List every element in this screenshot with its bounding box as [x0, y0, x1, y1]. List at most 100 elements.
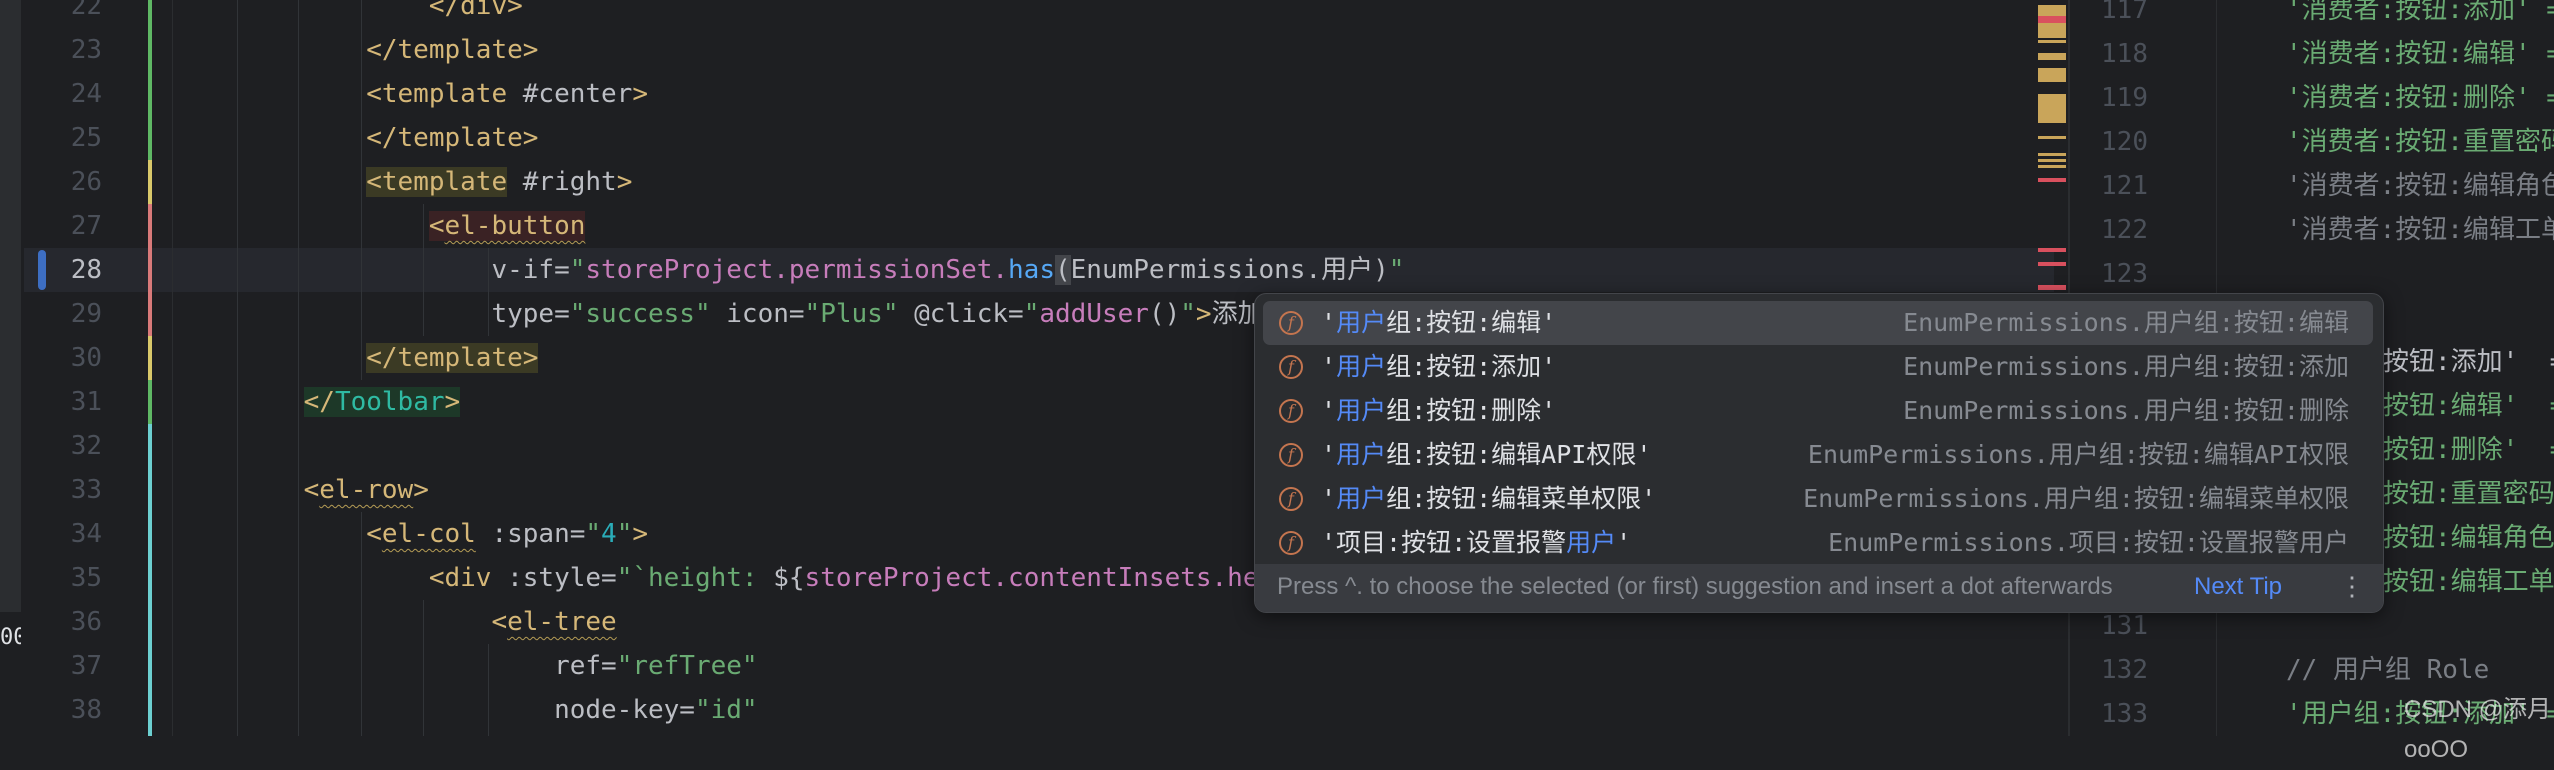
error-stripe-mark[interactable]: [2038, 153, 2066, 156]
line-number: 132: [2101, 655, 2148, 685]
error-stripe-mark[interactable]: [2038, 285, 2066, 290]
completion-label-part: ': [1321, 308, 1337, 337]
completion-label-part: 组:按钮:编辑': [1386, 308, 1557, 337]
code-token: <: [241, 475, 320, 505]
error-stripe-mark[interactable]: [2038, 178, 2066, 182]
vcs-change-other[interactable]: [148, 424, 152, 736]
completion-item-label: '项目:按钮:设置报警用户': [1321, 521, 1631, 565]
completion-item-label: '用户组:按钮:删除': [1321, 389, 1556, 433]
field-icon: f: [1279, 487, 1303, 511]
code-line[interactable]: <el-col :span="4">: [241, 512, 648, 556]
code-line[interactable]: <template #center>: [241, 72, 648, 116]
completion-item[interactable]: f '用户组:按钮:删除' EnumPermissions.用户组:按钮:删除: [1263, 389, 2373, 433]
code-line[interactable]: ref="refTree": [241, 644, 758, 688]
completion-item[interactable]: f '用户组:按钮:编辑' EnumPermissions.用户组:按钮:编辑: [1263, 301, 2373, 345]
error-stripe-mark[interactable]: [2038, 40, 2066, 43]
code-line[interactable]: '消费者:按钮:编辑角色: [2286, 164, 2554, 208]
code-line[interactable]: <div :style="`height: ${storeProject.con…: [241, 556, 1259, 600]
code-token: icon=: [710, 299, 805, 329]
error-stripe-mark[interactable]: [2038, 53, 2066, 60]
error-stripe-mark[interactable]: [2038, 136, 2066, 139]
watermark: CSDN @添月ooOO: [2404, 696, 2552, 763]
completion-item[interactable]: f '用户组:按钮:编辑菜单权限' EnumPermissions.用户组:按钮:编…: [1263, 477, 2373, 521]
code-token: el-col: [381, 519, 476, 549]
code-token: >: [444, 387, 461, 417]
code-token: node-key=: [241, 695, 695, 725]
line-number: 35: [70, 563, 102, 593]
next-tip-link[interactable]: Next Tip: [2194, 564, 2282, 610]
code-line[interactable]: <el-row>: [241, 468, 429, 512]
code-line[interactable]: <template #right>: [241, 160, 632, 204]
completion-label-part: 组:按钮:编辑API权限': [1386, 440, 1652, 469]
code-line[interactable]: </template>: [241, 28, 538, 72]
vcs-change-modified[interactable]: [148, 336, 152, 380]
code-token: ": [1388, 255, 1405, 285]
code-token: "id": [694, 695, 758, 725]
completion-label-part: 组:按钮:编辑菜单权限': [1386, 484, 1657, 513]
code-line[interactable]: 按钮:编辑角色': [2383, 516, 2554, 560]
line-number: 31: [70, 387, 102, 417]
line-number: 121: [2101, 171, 2148, 201]
code-line[interactable]: '消费者:按钮:编辑工单: [2286, 208, 2554, 252]
code-line[interactable]: 按钮:重置密码': [2383, 472, 2554, 516]
completion-popup[interactable]: f '用户组:按钮:编辑' EnumPermissions.用户组:按钮:编辑 f '用…: [1254, 293, 2384, 613]
code-line[interactable]: </template>: [241, 336, 539, 380]
code-line[interactable]: 按钮:删除' =: [2383, 428, 2554, 472]
completion-label-part: 用户: [1566, 528, 1617, 557]
completion-item-type: EnumPermissions.用户组:按钮:编辑API权限: [1807, 440, 2349, 469]
line-number: 23: [70, 35, 102, 65]
error-stripe-mark[interactable]: [2038, 248, 2066, 252]
line-number: 120: [2101, 127, 2148, 157]
vcs-change-modified[interactable]: [148, 160, 152, 204]
code-line[interactable]: 按钮:编辑' =: [2383, 384, 2554, 428]
code-line[interactable]: v-if="storeProject.permissionSet.has(Enu…: [241, 248, 1404, 292]
vcs-change-added[interactable]: [148, 0, 152, 160]
error-stripe-mark[interactable]: [2038, 159, 2066, 162]
vcs-change-added[interactable]: [148, 380, 152, 424]
code-line[interactable]: <el-tree: [241, 600, 616, 644]
line-number: 22: [70, 0, 102, 21]
line-number: 123: [2101, 259, 2148, 289]
code-line[interactable]: node-key="id": [241, 688, 758, 732]
code-line[interactable]: </template>: [241, 116, 538, 160]
code-token: Toolbar: [334, 387, 445, 417]
code-line[interactable]: // 用户组 Role: [2286, 648, 2489, 692]
code-line[interactable]: '消费者:按钮:删除' =: [2286, 76, 2554, 120]
code-line[interactable]: 按钮:添加' =: [2383, 340, 2554, 384]
code-token: </: [303, 387, 335, 417]
completion-label-part: 用户: [1336, 440, 1387, 469]
code-token: #right: [507, 167, 617, 197]
code-line[interactable]: <el-button: [241, 204, 586, 248]
field-icon: f: [1279, 311, 1303, 335]
line-number: 26: [70, 167, 102, 197]
code-token: >: [632, 519, 649, 549]
error-stripe-mark[interactable]: [2038, 262, 2066, 266]
line-number: 119: [2101, 83, 2148, 113]
error-stripe-mark[interactable]: [2038, 68, 2066, 82]
code-line[interactable]: </div>: [241, 0, 523, 28]
code-line[interactable]: </Toolbar>: [241, 380, 461, 424]
completion-item[interactable]: f '用户组:按钮:添加' EnumPermissions.用户组:按钮:添加: [1263, 345, 2373, 389]
code-token: :style=: [491, 563, 617, 593]
completion-item[interactable]: f '用户组:按钮:编辑API权限' EnumPermissions.用户组:按钮:…: [1263, 433, 2373, 477]
completion-label-part: ': [1321, 440, 1337, 469]
code-token: </div>: [241, 0, 523, 21]
code-line[interactable]: 按钮:编辑工单标: [2383, 560, 2554, 604]
completion-footer: Press ^. to choose the selected (or firs…: [1255, 564, 2383, 612]
bookmark-marker[interactable]: [38, 250, 46, 290]
error-stripe-mark[interactable]: [2038, 165, 2066, 168]
vcs-change-conflict[interactable]: [148, 204, 152, 336]
line-number: 133: [2101, 699, 2148, 729]
code-line[interactable]: '消费者:按钮:编辑' =: [2286, 32, 2554, 76]
code-token: ref=: [241, 651, 617, 681]
line-number: 24: [70, 79, 102, 109]
error-stripe-mark[interactable]: [2038, 16, 2066, 23]
completion-item[interactable]: f '项目:按钮:设置报警用户' EnumPermissions.项目:按钮:设置报…: [1263, 521, 2373, 565]
more-options-icon[interactable]: ⋮: [2339, 564, 2365, 610]
code-line[interactable]: '消费者:按钮:添加' =: [2286, 0, 2554, 32]
code-token: <: [428, 211, 445, 241]
error-stripe-mark[interactable]: [2038, 94, 2066, 123]
code-line[interactable]: type="success" icon="Plus" @click="addUs…: [241, 292, 1263, 336]
code-token: <: [241, 607, 508, 637]
code-line[interactable]: '消费者:按钮:重置密码: [2286, 120, 2554, 164]
